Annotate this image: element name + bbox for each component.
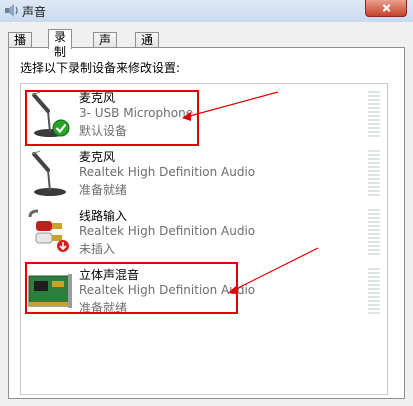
device-description: Realtek High Definition Audio	[79, 165, 256, 179]
instruction-text: 选择以下录制设备来修改设置:	[20, 61, 181, 75]
level-meter	[368, 150, 380, 196]
device-status: 准备就绪	[79, 183, 128, 197]
close-button[interactable]	[365, 0, 407, 17]
title-bar: 声音	[0, 0, 413, 23]
level-meter	[368, 91, 380, 137]
sound-dialog: 播放 录制 声音 通信 选择以下录制设备来修改设置: 麦克风 3- USB	[0, 22, 413, 406]
microphone-icon	[31, 150, 66, 196]
device-item-line-in[interactable]: 线路输入 Realtek High Definition Audio 未插入	[22, 203, 386, 261]
tab-sounds[interactable]: 声音	[93, 32, 118, 62]
level-meter	[368, 268, 380, 314]
device-item-microphone-realtek[interactable]: 麦克风 Realtek High Definition Audio 准备就绪	[22, 144, 386, 202]
unplugged-arrow-icon	[57, 240, 69, 252]
highlight-box-usb-microphone	[25, 90, 199, 146]
tab-playback[interactable]: 播放	[8, 32, 33, 62]
device-description: Realtek High Definition Audio	[79, 224, 256, 238]
speaker-icon	[5, 4, 18, 17]
tab-recording[interactable]: 录制	[48, 29, 73, 59]
device-name: 麦克风	[79, 150, 116, 164]
tab-communications[interactable]: 通信	[135, 32, 160, 62]
device-name: 线路输入	[79, 209, 128, 223]
device-status: 未插入	[79, 242, 116, 256]
window-title: 声音	[22, 5, 47, 19]
level-meter	[368, 209, 380, 255]
highlight-box-stereo-mix	[25, 262, 238, 314]
